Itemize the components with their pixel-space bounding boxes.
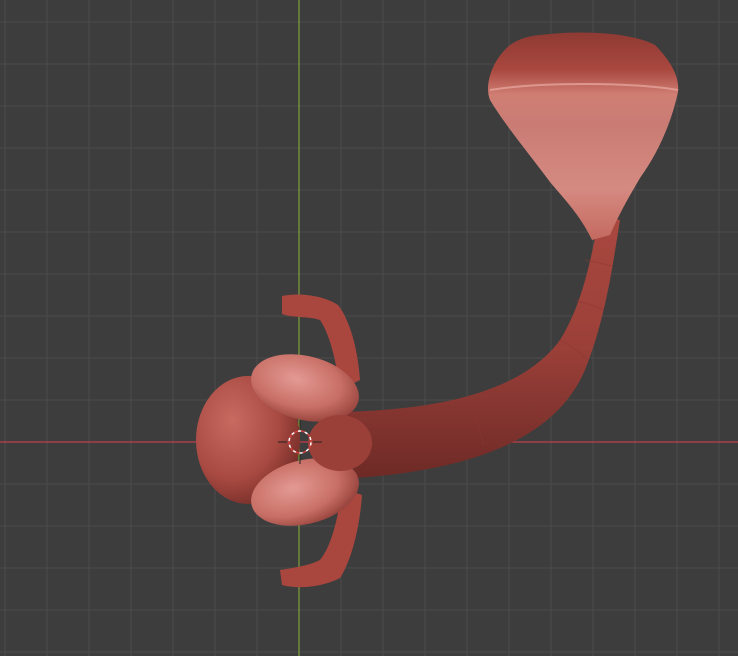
sculpted-creature-mesh[interactable] xyxy=(196,32,679,588)
mesh-stem xyxy=(340,215,620,478)
3d-viewport[interactable] xyxy=(0,0,738,656)
mesh-funnel xyxy=(488,32,679,240)
mesh-neck xyxy=(308,415,372,471)
viewport-canvas[interactable] xyxy=(0,0,738,656)
